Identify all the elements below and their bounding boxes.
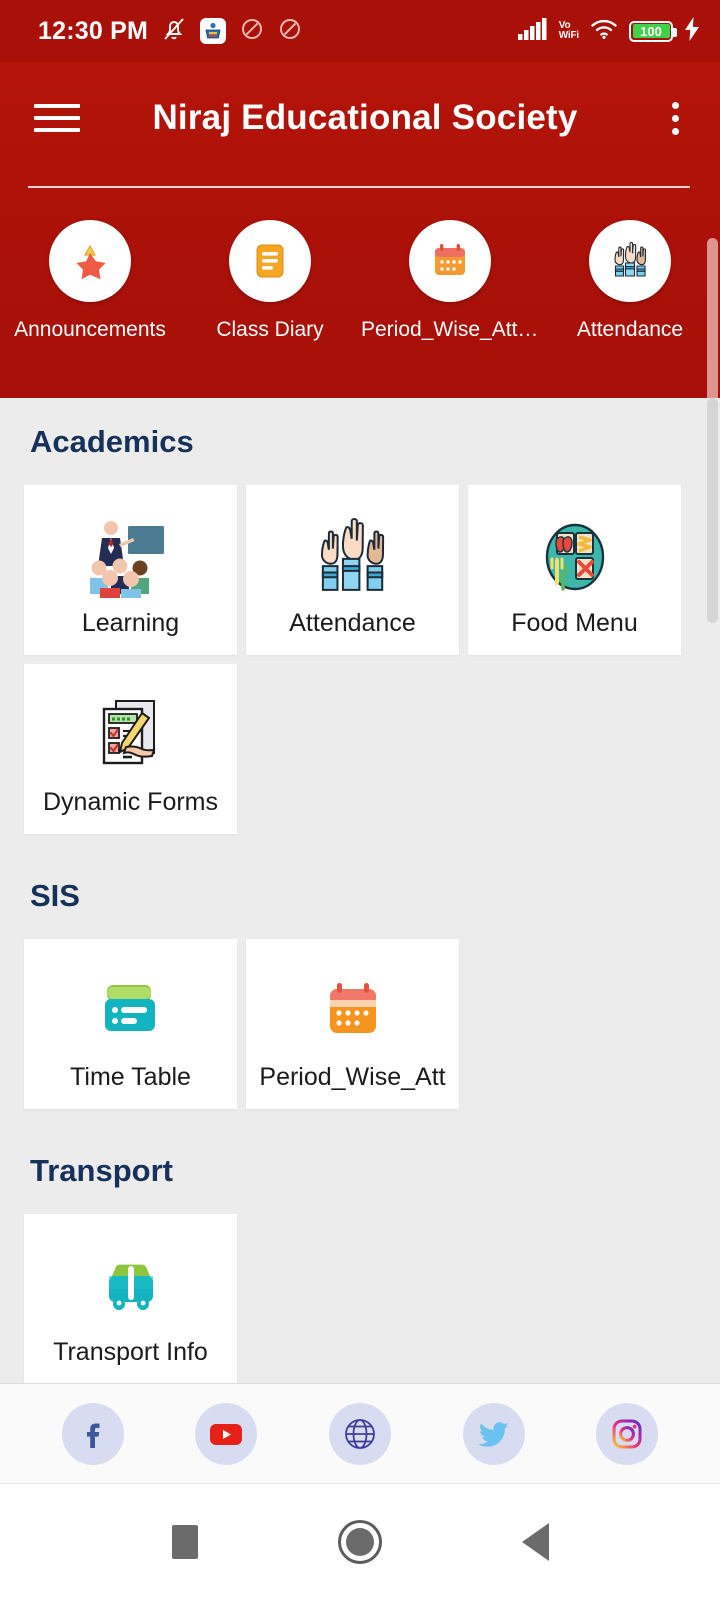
facebook-icon[interactable] xyxy=(61,1402,124,1465)
kebab-menu-icon[interactable] xyxy=(660,96,690,140)
announcement-star-icon xyxy=(49,220,131,302)
card-attendance[interactable]: Attendance xyxy=(246,485,459,655)
page-title: Niraj Educational Society xyxy=(152,98,578,137)
dnd-icon xyxy=(278,17,302,46)
card-period-wise-att[interactable]: Period_Wise_Att xyxy=(246,939,459,1109)
shortcut-label: Period_Wise_Atte… xyxy=(361,318,539,341)
card-label: Dynamic Forms xyxy=(42,788,218,816)
bus-info-icon xyxy=(93,1240,169,1332)
twitter-icon[interactable] xyxy=(462,1402,525,1465)
section-title-academics: Academics xyxy=(30,424,194,459)
teacher-classroom-icon xyxy=(84,511,178,603)
card-food-menu[interactable]: Food Menu xyxy=(468,485,681,655)
calendar-icon xyxy=(409,220,491,302)
recent-apps-icon[interactable] xyxy=(171,1525,198,1559)
social-bar xyxy=(0,1383,720,1483)
app-emblem-icon xyxy=(200,18,226,44)
battery-indicator: 100 xyxy=(629,20,677,42)
card-label: Food Menu xyxy=(511,609,638,637)
card-label: Period_Wise_Att xyxy=(259,1063,446,1091)
status-bar-right: Vo WiFi 100 xyxy=(517,16,700,46)
instagram-icon[interactable] xyxy=(596,1402,659,1465)
section-grid-academics: Learning Attendance Food Menu Dynamic Fo… xyxy=(0,460,690,834)
app-bar: Niraj Educational Society Announcements xyxy=(0,62,720,458)
section-grid-sis: Time Table Period_Wise_Att xyxy=(0,914,690,1109)
status-time: 12:30 PM xyxy=(38,16,148,45)
raised-hands-icon xyxy=(589,220,671,302)
cellular-signal-icon xyxy=(517,17,548,46)
card-transport-info[interactable]: Transport Info xyxy=(24,1214,237,1383)
status-bar-left: 12:30 PM xyxy=(38,16,302,47)
bell-muted-icon xyxy=(162,16,186,47)
main-content: Academics Learning Attendance Food Menu … xyxy=(0,398,720,1383)
calendar-icon xyxy=(315,965,391,1057)
card-label: Attendance xyxy=(289,609,416,637)
section-title-transport: Transport xyxy=(30,1153,173,1188)
form-checklist-icon xyxy=(90,690,172,782)
shortcut-period-wise-attendance[interactable]: Period_Wise_Atte… xyxy=(360,220,540,342)
globe-icon[interactable] xyxy=(328,1402,391,1465)
battery-level: 100 xyxy=(640,23,662,39)
app-screen: 12:30 PM Vo WiFi 100 Niraj Educational S… xyxy=(0,0,720,1600)
shortcut-label: Attendance xyxy=(576,318,684,341)
charging-bolt-icon xyxy=(684,16,700,46)
vowifi-line2: WiFi xyxy=(558,30,579,41)
card-time-table[interactable]: Time Table xyxy=(24,939,237,1109)
vowifi-indicator: Vo WiFi xyxy=(559,21,579,41)
card-label: Transport Info xyxy=(53,1338,208,1366)
youtube-icon[interactable] xyxy=(195,1402,258,1465)
card-dynamic-forms[interactable]: Dynamic Forms xyxy=(24,664,237,834)
shortcut-attendance[interactable]: Attendance xyxy=(540,220,720,342)
dnd-icon xyxy=(240,17,264,46)
section-grid-transport: Transport Info xyxy=(0,1189,690,1383)
shortcut-label: Class Diary xyxy=(216,318,324,341)
android-nav-bar xyxy=(0,1483,720,1600)
status-bar: 12:30 PM Vo WiFi 100 xyxy=(0,0,720,62)
app-bar-divider xyxy=(28,186,690,188)
home-icon[interactable] xyxy=(337,1520,382,1564)
shortcut-label: Announcements xyxy=(14,318,166,341)
card-learning[interactable]: Learning xyxy=(24,485,237,655)
food-tray-icon xyxy=(535,511,615,603)
card-label: Time Table xyxy=(70,1063,191,1091)
app-bar-top: Niraj Educational Society xyxy=(0,62,720,174)
section-title-sis: SIS xyxy=(30,878,80,913)
raised-hands-icon xyxy=(311,511,395,603)
shortcut-class-diary[interactable]: Class Diary xyxy=(180,220,360,342)
wifi-icon xyxy=(590,18,618,45)
class-diary-icon xyxy=(229,220,311,302)
timetable-card-icon xyxy=(93,965,169,1057)
shortcut-row: Announcements Class Diary Period_Wise_At… xyxy=(0,220,720,342)
back-icon[interactable] xyxy=(521,1523,549,1561)
card-label: Learning xyxy=(81,609,180,637)
content-scrollbar[interactable] xyxy=(707,398,718,623)
shortcut-announcements[interactable]: Announcements xyxy=(0,220,180,342)
